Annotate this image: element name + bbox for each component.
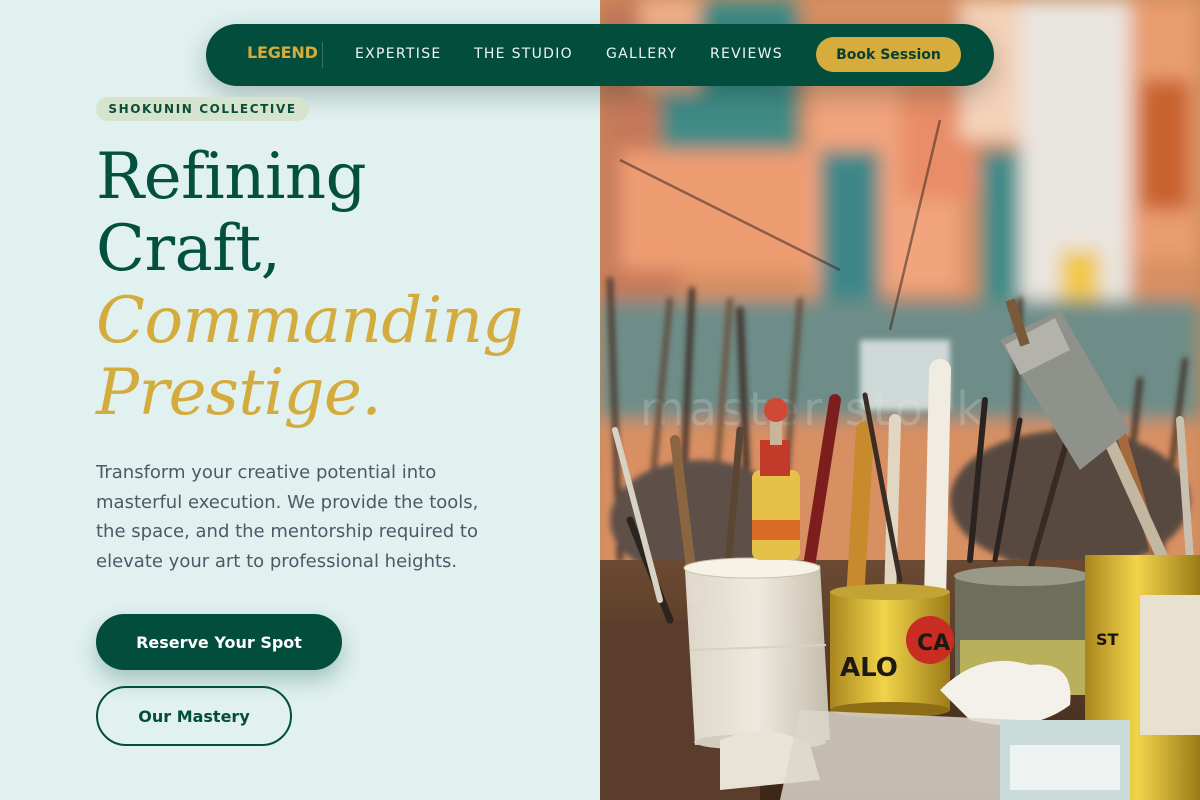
headline-accent-line-1: Commanding xyxy=(96,284,523,358)
headline-accent-line-2: Prestige. xyxy=(96,356,382,430)
svg-text:ST: ST xyxy=(1096,630,1119,649)
svg-text:CA: CA xyxy=(917,631,950,656)
nav-link-gallery[interactable]: GALLERY xyxy=(606,46,677,62)
book-session-button[interactable]: Book Session xyxy=(816,37,961,72)
nav-link-expertise[interactable]: EXPERTISE xyxy=(355,46,442,62)
hero-image-art-studio: master stock CA ALO ST xyxy=(600,0,1200,800)
main-nav: LEGEND EXPERTISE THE STUDIO GALLERY REVI… xyxy=(206,24,994,86)
logo[interactable]: LEGEND xyxy=(247,43,318,62)
headline-line-1: Refining xyxy=(96,140,367,214)
nav-link-the-studio[interactable]: THE STUDIO xyxy=(474,46,573,62)
nav-divider xyxy=(322,42,323,68)
nav-link-reviews[interactable]: REVIEWS xyxy=(710,46,783,62)
reserve-your-spot-button[interactable]: Reserve Your Spot xyxy=(96,614,342,670)
headline-line-2: Craft, xyxy=(96,212,281,286)
hero-headline: Refining Craft, Commanding Prestige. xyxy=(96,141,523,429)
our-mastery-button[interactable]: Our Mastery xyxy=(96,686,292,746)
svg-text:ALO: ALO xyxy=(840,653,898,683)
hero-description: Transform your creative potential into m… xyxy=(96,462,479,572)
hero-badge: SHOKUNIN COLLECTIVE xyxy=(96,97,309,121)
